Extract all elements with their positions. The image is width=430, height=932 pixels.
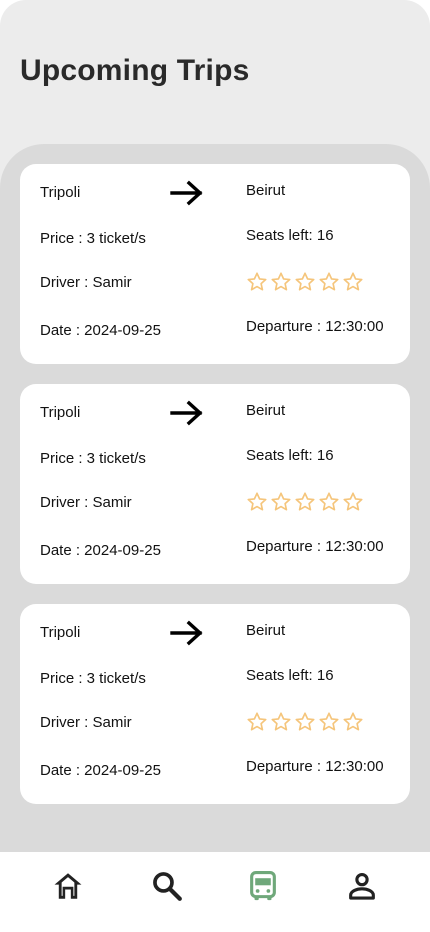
trip-date: Date : 2024-09-25 xyxy=(40,762,161,779)
star-icon[interactable] xyxy=(246,491,268,513)
trip-destination: Beirut xyxy=(246,622,286,639)
trips-list: Tripoli Beirut Price : 3 ticket/s Seats … xyxy=(0,144,430,852)
trip-origin: Tripoli xyxy=(40,404,81,421)
bus-icon xyxy=(250,870,276,901)
star-icon[interactable] xyxy=(270,491,292,513)
screen: Upcoming Trips Tripoli Beirut Price : 3 … xyxy=(0,0,430,932)
trip-driver: Driver : Samir xyxy=(40,494,132,511)
star-icon[interactable] xyxy=(246,271,268,293)
trip-seats-left: Seats left: 16 xyxy=(246,447,334,464)
trip-date: Date : 2024-09-25 xyxy=(40,322,161,339)
trip-departure: Departure : 12:30:00 xyxy=(246,318,384,335)
trip-origin: Tripoli xyxy=(40,624,81,641)
trip-seats-left: Seats left: 16 xyxy=(246,667,334,684)
trip-card[interactable]: Tripoli Beirut Price : 3 ticket/s Seats … xyxy=(20,164,410,364)
star-icon[interactable] xyxy=(270,711,292,733)
nav-home[interactable] xyxy=(50,868,86,904)
star-icon[interactable] xyxy=(342,491,364,513)
trip-origin: Tripoli xyxy=(40,184,81,201)
trip-driver: Driver : Samir xyxy=(40,714,132,731)
bottom-nav xyxy=(0,852,430,932)
trip-destination: Beirut xyxy=(246,182,286,199)
star-icon[interactable] xyxy=(270,271,292,293)
rating-stars[interactable] xyxy=(246,271,366,295)
rating-stars[interactable] xyxy=(246,491,366,515)
star-icon[interactable] xyxy=(294,271,316,293)
trip-departure: Departure : 12:30:00 xyxy=(246,538,384,555)
search-icon xyxy=(153,872,182,901)
trip-driver: Driver : Samir xyxy=(40,274,132,291)
trip-price: Price : 3 ticket/s xyxy=(40,230,146,247)
trip-destination: Beirut xyxy=(246,402,286,419)
arrow-right-icon xyxy=(170,400,203,426)
trip-card[interactable]: Tripoli Beirut Price : 3 ticket/s Seats … xyxy=(20,384,410,584)
page-title: Upcoming Trips xyxy=(20,54,250,87)
trip-price: Price : 3 ticket/s xyxy=(40,450,146,467)
nav-trips[interactable] xyxy=(245,868,281,904)
star-icon[interactable] xyxy=(318,271,340,293)
star-icon[interactable] xyxy=(342,271,364,293)
trip-seats-left: Seats left: 16 xyxy=(246,227,334,244)
person-icon xyxy=(349,872,375,900)
trip-card[interactable]: Tripoli Beirut Price : 3 ticket/s Seats … xyxy=(20,604,410,804)
rating-stars[interactable] xyxy=(246,711,366,735)
star-icon[interactable] xyxy=(318,491,340,513)
trip-price: Price : 3 ticket/s xyxy=(40,670,146,687)
star-icon[interactable] xyxy=(246,711,268,733)
star-icon[interactable] xyxy=(318,711,340,733)
nav-search[interactable] xyxy=(149,868,185,904)
star-icon[interactable] xyxy=(294,711,316,733)
arrow-right-icon xyxy=(170,620,203,646)
star-icon[interactable] xyxy=(294,491,316,513)
nav-profile[interactable] xyxy=(344,868,380,904)
trip-date: Date : 2024-09-25 xyxy=(40,542,161,559)
star-icon[interactable] xyxy=(342,711,364,733)
arrow-right-icon xyxy=(170,180,203,206)
home-icon xyxy=(54,873,82,899)
trip-departure: Departure : 12:30:00 xyxy=(246,758,384,775)
